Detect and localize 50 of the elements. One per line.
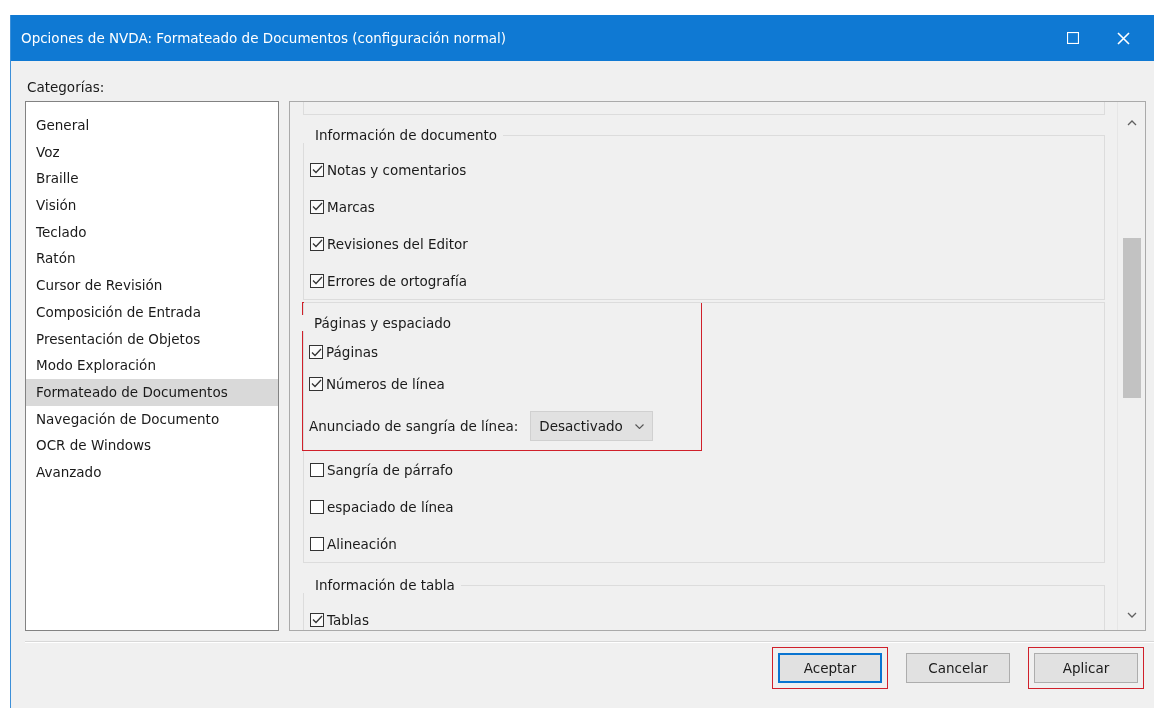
- checkbox[interactable]: [310, 612, 324, 627]
- category-item[interactable]: Composición de Entrada: [26, 298, 278, 326]
- group-title: Información de tabla: [303, 577, 461, 593]
- checkbox[interactable]: [310, 273, 324, 288]
- close-icon[interactable]: [1117, 31, 1130, 45]
- checkbox[interactable]: [309, 376, 323, 391]
- category-item[interactable]: Avanzado: [26, 458, 278, 486]
- dialog-button[interactable]: Aceptar: [778, 653, 882, 683]
- category-item[interactable]: Ratón: [26, 245, 278, 273]
- category-item[interactable]: Visión: [26, 192, 278, 219]
- category-item[interactable]: Voz: [26, 138, 278, 166]
- categories-list[interactable]: General Voz Braille Visión Teclado Ratón Cursor de Revisión Composición de Entrada Presentación de Objetos Modo Exploración Formateado de Documentos Navegación de Documento OCR de Windows Avanzado: [25, 101, 279, 631]
- field-label: Anunciado de sangría de línea:: [309, 418, 519, 434]
- checkbox[interactable]: [310, 462, 324, 477]
- category-item[interactable]: Navegación de Documento: [26, 405, 278, 433]
- checkbox-label[interactable]: Sangría de párrafo: [327, 461, 453, 478]
- group-title: Información de documento: [303, 127, 504, 143]
- checkbox-label[interactable]: Alineación: [327, 535, 397, 552]
- checkbox-label[interactable]: Números de línea: [326, 375, 445, 392]
- checkbox-label[interactable]: Errores de ortografía: [327, 272, 467, 289]
- caret-icon: [634, 423, 644, 429]
- checkbox[interactable]: [310, 199, 324, 214]
- category-item[interactable]: Formateado de Documentos: [26, 378, 278, 406]
- checkbox[interactable]: [310, 162, 324, 177]
- maximize-icon[interactable]: [1067, 32, 1079, 44]
- scroll-up-icon[interactable]: [1126, 120, 1137, 126]
- window-title: Opciones de NVDA: Formateado de Documentos (configuración normal): [21, 30, 507, 46]
- checkbox-label[interactable]: Páginas: [326, 344, 378, 360]
- category-item[interactable]: Modo Exploración: [26, 352, 278, 379]
- category-item[interactable]: OCR de Windows: [26, 432, 278, 459]
- scroll-down-icon[interactable]: [1126, 612, 1137, 618]
- checkbox-label[interactable]: Revisiones del Editor: [327, 235, 468, 252]
- checkbox-label[interactable]: espaciado de línea: [327, 498, 454, 515]
- checkbox-label[interactable]: Tablas: [327, 611, 369, 628]
- dialog-button[interactable]: Aplicar: [1034, 653, 1138, 683]
- dropdown[interactable]: Desactivado: [530, 411, 653, 441]
- checkbox-label[interactable]: Notas y comentarios: [327, 161, 467, 178]
- checkbox[interactable]: [310, 536, 324, 551]
- checkbox-label[interactable]: Marcas: [327, 198, 375, 215]
- category-item[interactable]: Teclado: [26, 218, 278, 246]
- dialog-button[interactable]: Cancelar: [906, 653, 1010, 683]
- category-item[interactable]: General: [26, 112, 278, 139]
- categories-label: Categorías:: [27, 79, 106, 95]
- checkbox[interactable]: [310, 236, 324, 251]
- category-item[interactable]: Cursor de Revisión: [26, 272, 278, 299]
- checkbox[interactable]: [310, 499, 324, 514]
- checkbox[interactable]: [309, 345, 323, 359]
- scrollbar-thumb[interactable]: [1122, 238, 1141, 398]
- category-item[interactable]: Presentación de Objetos: [26, 325, 278, 353]
- category-item[interactable]: Braille: [26, 165, 278, 193]
